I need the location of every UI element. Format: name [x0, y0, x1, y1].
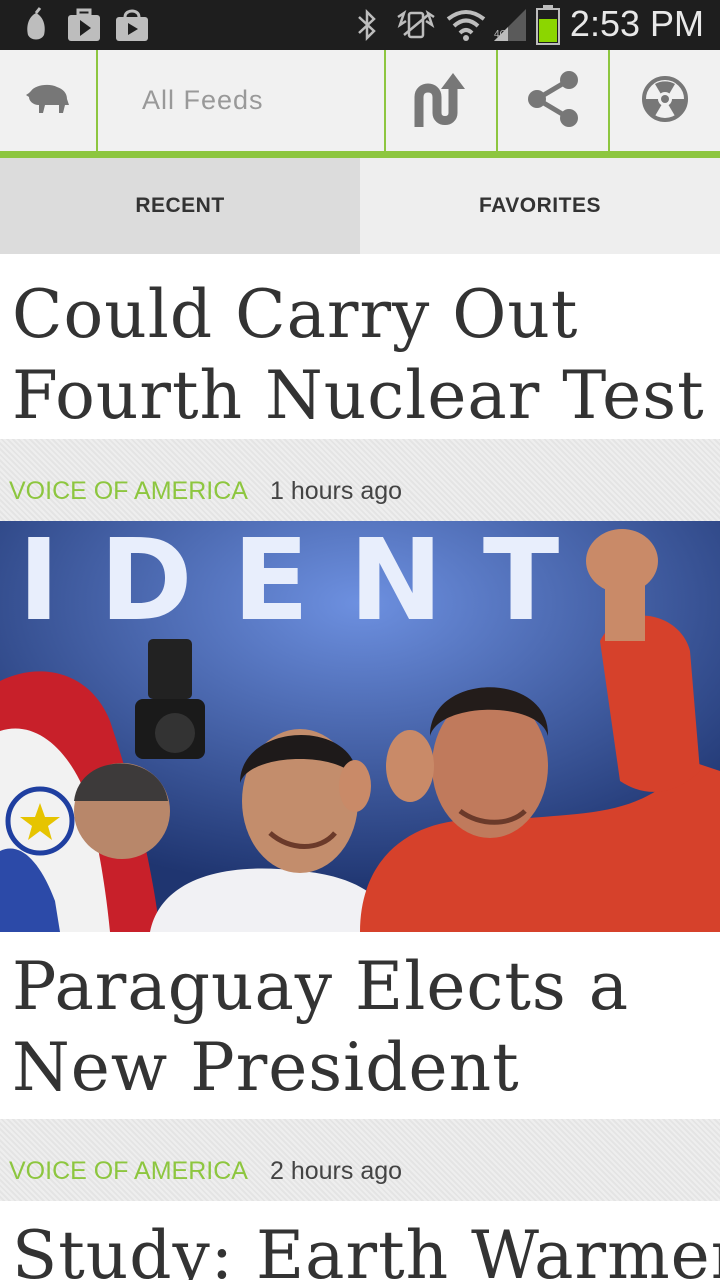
photo-banner-text: IDENT	[18, 521, 599, 646]
vibrate-icon	[396, 7, 436, 47]
article-headline: Paraguay Elects a New President	[12, 948, 630, 1106]
tab-bar: RECENT FAVORITES	[0, 158, 720, 254]
share-icon	[525, 70, 581, 132]
article-headline: Study: Earth Warmer	[12, 1217, 720, 1280]
bluetooth-icon	[356, 7, 378, 47]
article-time: 2 hours ago	[270, 1157, 403, 1185]
battery-icon	[536, 5, 560, 49]
share-button[interactable]	[498, 50, 608, 151]
shopping-bag-icon	[114, 7, 150, 47]
radiation-button[interactable]	[610, 50, 720, 151]
wifi-icon	[446, 7, 486, 47]
article-source: VOICE OF AMERICA	[9, 477, 248, 505]
action-bar: All Feeds	[0, 50, 720, 158]
refresh-up-icon	[411, 67, 471, 135]
status-bar: 4G 2:53 PM	[0, 0, 720, 50]
signal-icon: 4G	[492, 7, 528, 47]
article-source: VOICE OF AMERICA	[9, 1157, 248, 1185]
refresh-button[interactable]	[386, 50, 496, 151]
lemon-icon	[22, 7, 50, 47]
article-image[interactable]: IDENT	[0, 521, 720, 932]
feed-item[interactable]: Study: Earth Warmer	[0, 1201, 720, 1280]
article-time: 1 hours ago	[270, 477, 403, 505]
play-store-icon	[66, 7, 102, 47]
feed-selector[interactable]: All Feeds	[142, 50, 264, 151]
tab-favorites[interactable]: FAVORITES	[360, 158, 720, 254]
buffalo-logo-icon	[25, 83, 71, 119]
feed-item[interactable]: Could Carry Out Fourth Nuclear Test	[0, 256, 720, 439]
tab-recent[interactable]: RECENT	[0, 158, 360, 254]
feed-item[interactable]: Paraguay Elects a New President	[0, 932, 720, 1119]
article-headline: Could Carry Out Fourth Nuclear Test	[12, 276, 705, 434]
svg-text:4G: 4G	[494, 29, 508, 40]
article-meta: VOICE OF AMERICA 1 hours ago	[0, 439, 720, 521]
app-logo-button[interactable]	[0, 50, 96, 151]
status-time: 2:53 PM	[569, 3, 704, 44]
article-meta: VOICE OF AMERICA 2 hours ago	[0, 1119, 720, 1201]
radiation-icon	[641, 75, 689, 127]
